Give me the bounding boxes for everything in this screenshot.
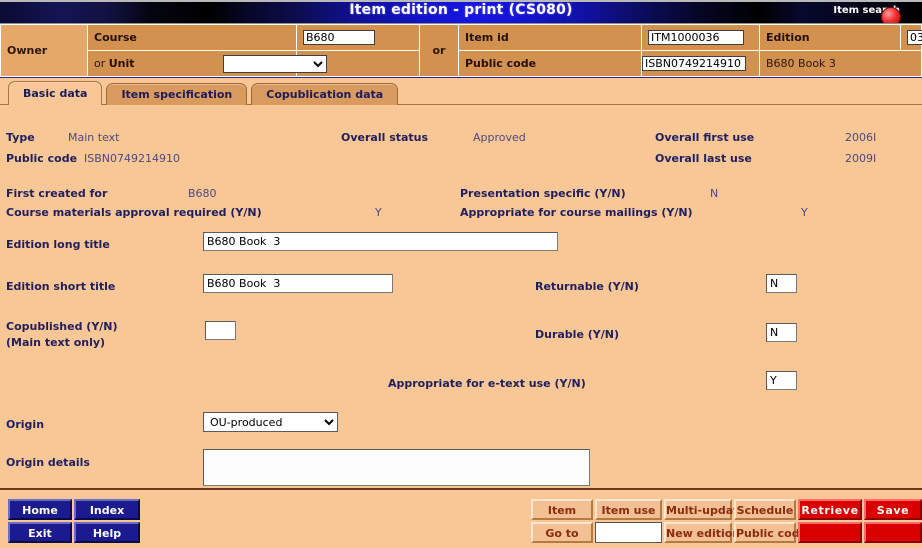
go-to-input[interactable] <box>595 522 662 543</box>
action-blank-2[interactable] <box>864 522 922 543</box>
schedule-button[interactable]: Schedule <box>734 499 796 520</box>
item-button[interactable]: Item <box>531 499 593 520</box>
unit-label: Unit <box>108 57 135 70</box>
edition-long-title-input[interactable] <box>203 232 558 251</box>
presentation-specific-label: Presentation specific (Y/N) <box>460 187 626 200</box>
public-code-value-cell <box>641 50 760 77</box>
owner-header-table: Owner Course or Item id Edition <box>0 24 922 77</box>
exit-button[interactable]: Exit <box>8 522 72 543</box>
unit-select-cell <box>223 50 420 77</box>
origin-details-textarea[interactable] <box>203 449 590 486</box>
course-label-cell: Course <box>87 24 297 51</box>
overall-first-use-value: 2006I <box>845 131 877 144</box>
page-title: Item edition - print (CS080) <box>349 2 573 18</box>
public-code-label: Public code <box>465 57 537 70</box>
first-created-for-value: B680 <box>188 187 217 200</box>
owner-label: Owner <box>0 24 88 77</box>
item-id-label: Item id <box>465 31 509 44</box>
origin-details-label: Origin details <box>6 456 90 469</box>
title-bar: Item edition - print (CS080) Item search <box>0 0 922 24</box>
course-input[interactable] <box>303 30 375 45</box>
etext-label: Appropriate for e-text use (Y/N) <box>388 377 586 390</box>
retrieve-button[interactable]: Retrieve <box>798 499 862 520</box>
copublished-label-line2: (Main text only) <box>6 336 106 349</box>
durable-input[interactable] <box>766 323 797 342</box>
durable-label: Durable (Y/N) <box>535 328 619 341</box>
tab-basic-data[interactable]: Basic data <box>8 81 103 105</box>
origin-select[interactable]: OU-produced <box>203 412 338 432</box>
item-id-input[interactable] <box>648 30 744 45</box>
save-button[interactable]: Save <box>864 499 922 520</box>
help-button[interactable]: Help <box>74 522 140 543</box>
edition-long-title-label: Edition long title <box>6 238 110 251</box>
course-value-cell <box>296 24 420 51</box>
public-code-title: B680 Book 3 <box>759 50 922 77</box>
overall-status-value: Approved <box>473 131 526 144</box>
tab-copublication-data[interactable]: Copublication data <box>251 83 399 105</box>
tab-item-specification[interactable]: Item specification <box>106 83 248 105</box>
overall-first-use-label: Overall first use <box>655 131 755 144</box>
course-materials-label: Course materials approval required (Y/N) <box>6 206 262 219</box>
tab-bar: Basic data Item specification Copublicat… <box>8 81 402 105</box>
index-button[interactable]: Index <box>74 499 140 520</box>
basic-data-panel: Type Main text Overall status Approved O… <box>0 104 922 489</box>
edition-input[interactable] <box>907 30 922 45</box>
item-use-button[interactable]: Item use <box>595 499 662 520</box>
overall-last-use-value: 2009I <box>845 152 877 165</box>
presentation-specific-value: N <box>710 187 719 200</box>
copublished-label-line1: Copublished (Y/N) <box>6 320 118 333</box>
public-code-button[interactable]: Public code <box>734 522 807 543</box>
course-mailings-label: Appropriate for course mailings (Y/N) <box>460 206 693 219</box>
or-separator: or <box>419 24 459 77</box>
origin-label: Origin <box>6 418 45 431</box>
edition-value-cell <box>900 24 922 51</box>
edition-label: Edition <box>766 31 810 44</box>
item-id-value-cell <box>641 24 760 51</box>
public-code-input[interactable] <box>642 56 746 71</box>
type-label: Type <box>6 131 35 144</box>
course-mailings-value: Y <box>801 206 808 219</box>
go-to-button[interactable]: Go to <box>531 522 593 543</box>
unit-select[interactable] <box>223 54 327 73</box>
first-created-for-label: First created for <box>6 187 108 200</box>
edition-short-title-label: Edition short title <box>6 280 116 293</box>
type-value: Main text <box>68 131 120 144</box>
action-blank-1[interactable] <box>798 522 862 543</box>
edition-short-title-input[interactable] <box>203 274 393 293</box>
course-materials-value: Y <box>375 206 382 219</box>
overall-status-label: Overall status <box>341 131 429 144</box>
new-edition-button[interactable]: New edition <box>664 522 740 543</box>
public-code-label-cell: Public code <box>458 50 642 77</box>
edition-label-cell: Edition <box>759 24 901 51</box>
bottom-button-bar: Home Index Exit Help Item Item use Multi… <box>0 488 922 548</box>
etext-input[interactable] <box>766 371 797 390</box>
or-unit-label-prefix: or <box>94 57 109 70</box>
red-circle-icon[interactable] <box>881 7 901 23</box>
public-code-value-2: ISBN0749214910 <box>84 152 180 165</box>
home-button[interactable]: Home <box>8 499 72 520</box>
item-id-label-cell: Item id <box>458 24 642 51</box>
item-search-link[interactable]: Item search <box>833 5 901 23</box>
application-window: Item edition - print (CS080) Item search… <box>0 0 922 548</box>
owner-header-panel: Owner Course or Item id Edition <box>0 24 922 78</box>
course-label: Course <box>94 31 137 44</box>
copublished-input[interactable] <box>205 321 236 340</box>
public-code-label-2: Public code <box>6 152 78 165</box>
multi-update-button[interactable]: Multi-update <box>664 499 746 520</box>
returnable-input[interactable] <box>766 274 797 293</box>
returnable-label: Returnable (Y/N) <box>535 280 639 293</box>
overall-last-use-label: Overall last use <box>655 152 752 165</box>
